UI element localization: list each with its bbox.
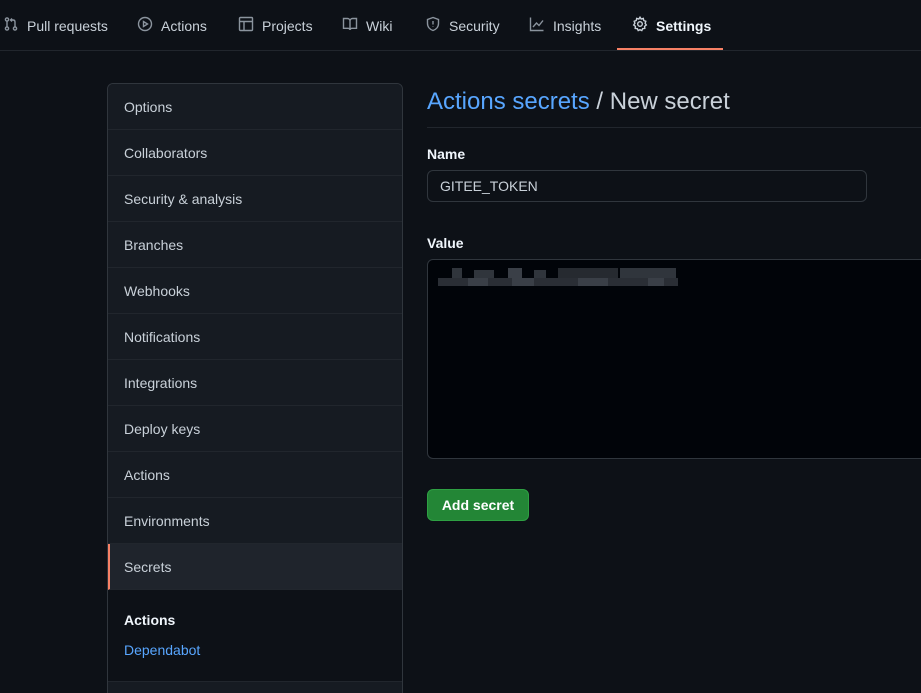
gear-icon [632, 15, 648, 35]
tab-projects[interactable]: Projects [238, 0, 313, 51]
name-label: Name [427, 146, 466, 162]
sidebar-item-secrets[interactable]: Secrets [108, 544, 402, 590]
sidebar-item-security-analysis[interactable]: Security & analysis [108, 176, 402, 222]
sidebar-item-actions[interactable]: Actions [108, 452, 402, 498]
tab-security[interactable]: Security [425, 0, 500, 51]
tab-insights[interactable]: Insights [529, 0, 601, 51]
secrets-subnav: Actions Dependabot [108, 590, 402, 682]
breadcrumb-current: New secret [609, 88, 730, 115]
tab-label: Insights [553, 17, 602, 34]
secret-value-textarea[interactable] [427, 259, 921, 459]
sidebar-item-label: Collaborators [124, 144, 208, 161]
tab-label: Settings [656, 17, 712, 34]
subnav-item-dependabot[interactable]: Dependabot [124, 642, 200, 658]
active-tab-indicator [617, 48, 723, 50]
sidebar-item-integrations[interactable]: Integrations [108, 360, 402, 406]
sidebar-item-label: Deploy keys [124, 420, 201, 437]
sidebar-item-collaborators[interactable]: Collaborators [108, 130, 402, 176]
tab-label: Wiki [366, 17, 393, 34]
subnav-item-actions[interactable]: Actions [124, 612, 175, 628]
play-icon [137, 16, 153, 35]
tab-label: Pull requests [27, 17, 108, 34]
sidebar-item-label: Environments [124, 512, 210, 529]
add-secret-button[interactable]: Add secret [427, 489, 529, 521]
sidebar-item-options[interactable]: Options [108, 84, 402, 130]
value-label: Value [427, 235, 464, 251]
breadcrumb-actions-secrets[interactable]: Actions secrets [427, 88, 590, 115]
page-title: Actions secrets / New secret [427, 88, 730, 116]
sidebar-item-label: Actions [124, 466, 170, 483]
graph-icon [529, 16, 545, 35]
shield-icon [425, 16, 441, 35]
settings-sidebar: Options Collaborators Security & analysi… [107, 83, 403, 693]
tab-actions[interactable]: Actions [137, 0, 207, 51]
sidebar-item-label: Integrations [124, 374, 198, 391]
sidebar-item-label: Webhooks [124, 282, 190, 299]
sidebar-item-branches[interactable]: Branches [108, 222, 402, 268]
tab-label: Security [449, 17, 500, 34]
sidebar-item-label: Branches [124, 236, 184, 253]
tab-settings[interactable]: Settings [632, 0, 711, 51]
sidebar-item-label: Options [124, 98, 173, 115]
project-table-icon [238, 16, 254, 35]
redacted-secret-value [438, 268, 678, 290]
sidebar-item-webhooks[interactable]: Webhooks [108, 268, 402, 314]
secret-name-input[interactable] [427, 170, 867, 202]
tab-label: Actions [161, 17, 207, 34]
book-icon [342, 16, 358, 35]
sidebar-item-label: Notifications [124, 328, 201, 345]
sidebar-item-notifications[interactable]: Notifications [108, 314, 402, 360]
sidebar-item-label: Secrets [124, 558, 172, 575]
tab-wiki[interactable]: Wiki [342, 0, 392, 51]
sidebar-item-label: Security & analysis [124, 190, 243, 207]
breadcrumb-separator: / [589, 88, 610, 115]
sidebar-item-environments[interactable]: Environments [108, 498, 402, 544]
sidebar-item-deploy-keys[interactable]: Deploy keys [108, 406, 402, 452]
pull-request-icon [3, 16, 19, 35]
tab-label: Projects [262, 17, 313, 34]
repo-nav: Pull requests Actions Projects Wiki Secu… [0, 0, 921, 51]
title-divider [427, 127, 921, 128]
tab-pull-requests[interactable]: Pull requests [3, 0, 108, 51]
